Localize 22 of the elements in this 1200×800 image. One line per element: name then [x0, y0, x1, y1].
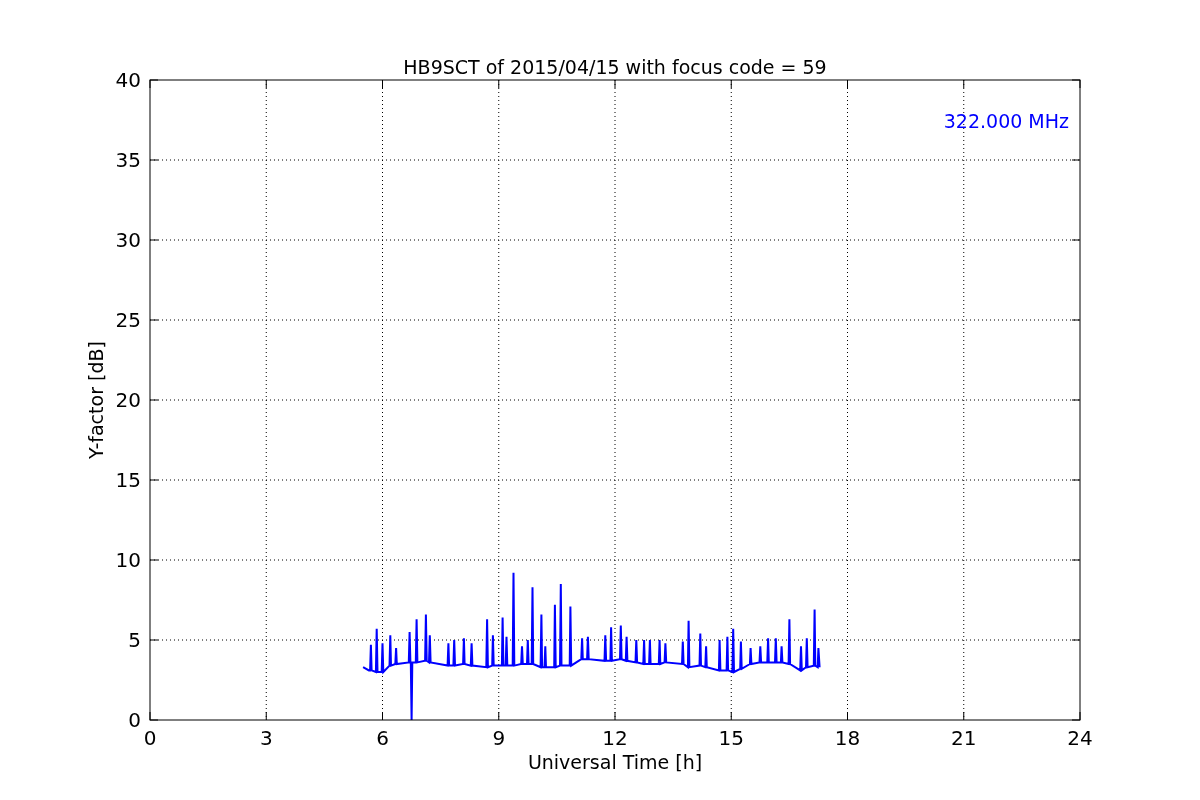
y-tick-label: 10 — [115, 548, 141, 572]
x-axis-label: Universal Time [h] — [527, 751, 703, 773]
y-tick-label: 0 — [128, 708, 141, 732]
x-tick-label: 21 — [951, 726, 977, 750]
x-tick-label: 0 — [143, 726, 157, 750]
y-tick-label: 30 — [115, 228, 141, 252]
x-tick-label: 3 — [259, 726, 273, 750]
y-tick-label: 20 — [115, 388, 141, 412]
x-tick-label: 24 — [1067, 726, 1093, 750]
chart-title: HB9SCT of 2015/04/15 with focus code = 59 — [403, 56, 827, 78]
x-tick-label: 12 — [602, 726, 628, 750]
x-tick-label: 15 — [718, 726, 744, 750]
y-axis-label: Y-factor [dB] — [85, 341, 107, 459]
x-tick-label: 18 — [834, 726, 861, 750]
y-tick-label: 5 — [128, 628, 141, 652]
x-tick-label: 6 — [376, 726, 389, 750]
y-tick-label: 35 — [115, 148, 141, 172]
series-label: 322.000 MHz — [943, 110, 1069, 132]
y-tick-label: 40 — [115, 68, 141, 92]
y-tick-label: 25 — [115, 308, 141, 332]
x-tick-label: 9 — [492, 726, 506, 750]
y-tick-label: 15 — [115, 468, 141, 492]
